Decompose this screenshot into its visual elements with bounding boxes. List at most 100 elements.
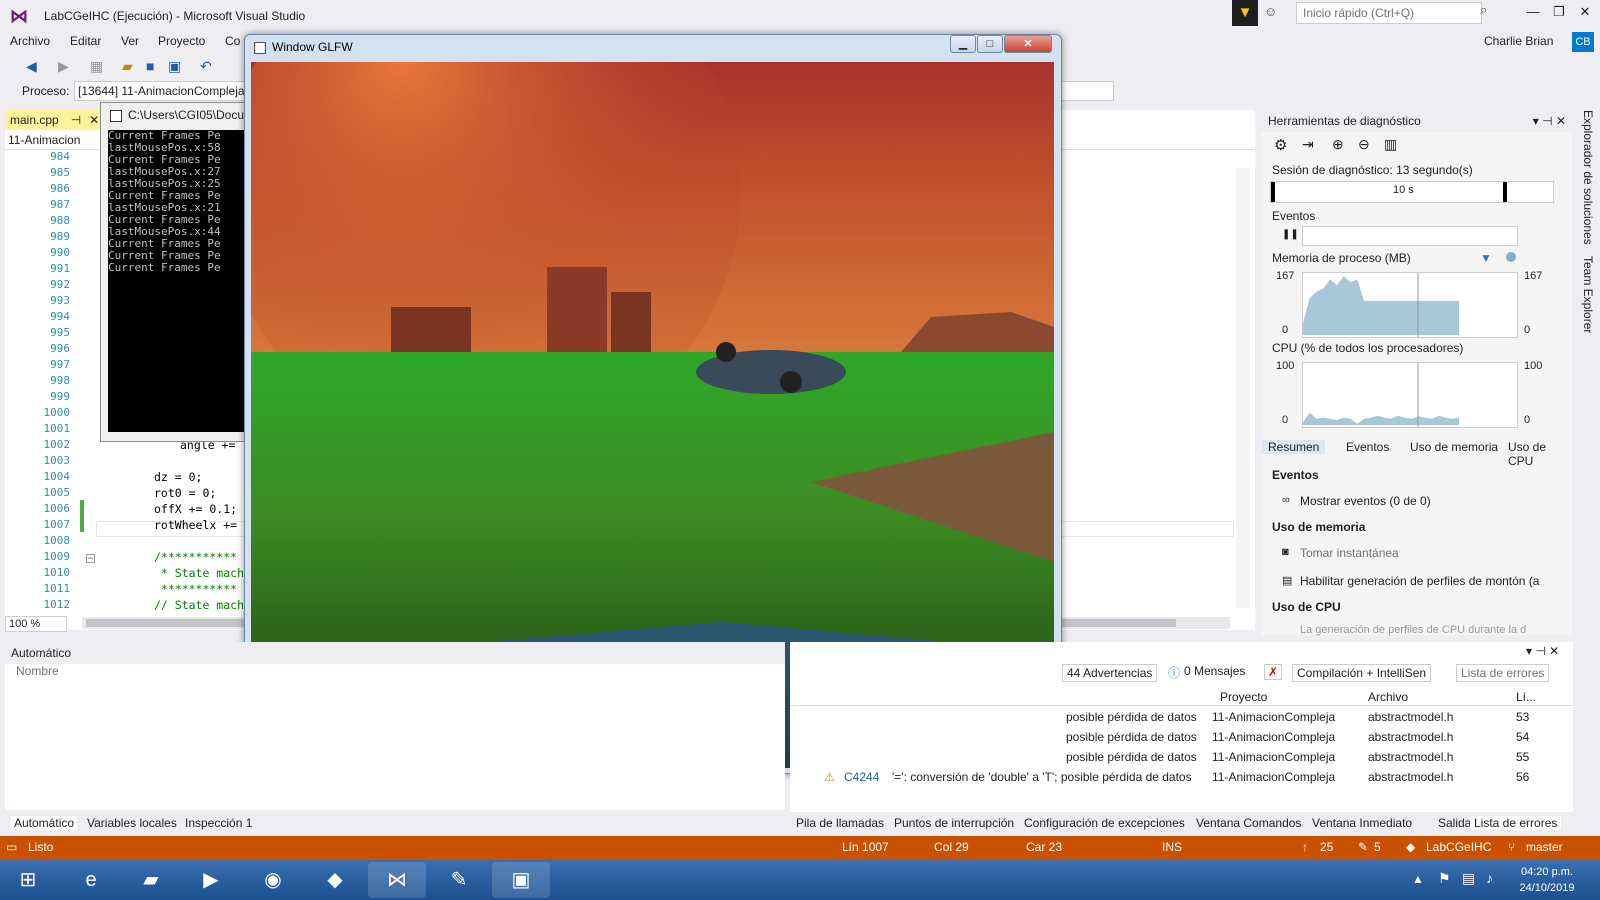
tab-breakpoints[interactable]: Puntos de interrupción <box>894 816 1014 830</box>
code-line[interactable]: rot0 = 0; <box>154 486 216 500</box>
code-line[interactable]: offX += 0.1; <box>154 502 237 516</box>
volume-icon[interactable]: ♪ <box>1486 870 1493 886</box>
glfw-minimize-icon[interactable]: ▁ <box>950 35 976 53</box>
error-panel-controls-icon[interactable]: ▾ ⊣ ✕ <box>1526 644 1559 658</box>
tab-output[interactable]: Salida <box>1438 816 1471 830</box>
warnings-filter[interactable]: 44 Advertencias <box>1062 664 1158 682</box>
tab-automatico[interactable]: Automático <box>11 816 78 830</box>
menu-proyecto[interactable]: Proyecto <box>158 34 205 48</box>
zoom-select[interactable]: 100 % <box>5 616 67 632</box>
code-line[interactable]: *********** <box>154 582 237 596</box>
push-count[interactable]: 25 <box>1320 840 1333 854</box>
repo-icon[interactable]: ◆ <box>1406 840 1415 854</box>
build-filter-select[interactable]: Compilación + IntelliSen <box>1292 664 1432 682</box>
menu-ver[interactable]: Ver <box>121 34 139 48</box>
branch-name[interactable]: master <box>1526 840 1563 854</box>
media-icon[interactable]: ▶ <box>182 862 240 898</box>
back-icon[interactable]: ◀ <box>26 58 37 75</box>
pin-icon[interactable]: ⊣ <box>71 113 81 127</box>
cpu-section-label[interactable]: CPU (% de todos los procesadores) <box>1272 341 1463 355</box>
branch-icon[interactable]: ⑂ <box>1508 840 1515 854</box>
tab-exception-settings[interactable]: Configuración de excepciones <box>1024 816 1185 830</box>
edit-count[interactable]: 5 <box>1374 840 1381 854</box>
clock[interactable]: 04:20 p.m. 24/10/2019 <box>1516 864 1578 896</box>
glfw-maximize-icon[interactable]: □ <box>977 35 1003 53</box>
forward-icon[interactable]: ▶ <box>58 58 69 75</box>
tab-immediate-window[interactable]: Ventana Inmediato <box>1312 816 1412 830</box>
team-explorer-tab[interactable]: Team Explorer <box>1581 256 1595 333</box>
tab-variables-locales[interactable]: Variables locales <box>87 816 177 830</box>
pencil-icon[interactable]: ✎ <box>1358 840 1368 854</box>
tab-resumen[interactable]: Resumen <box>1262 440 1326 454</box>
tab-inspeccion[interactable]: Inspección 1 <box>185 816 252 830</box>
line-column-header[interactable]: Lí... <box>1516 690 1536 704</box>
menu-editar[interactable]: Editar <box>70 34 101 48</box>
memory-section-label[interactable]: Memoria de proceso (MB) <box>1272 251 1411 265</box>
restore-icon[interactable]: ❐ <box>1546 4 1572 24</box>
save-icon[interactable]: ■ <box>146 58 154 74</box>
user-name[interactable]: Charlie Brian <box>1484 34 1553 48</box>
take-snapshot-button[interactable]: Tomar instantánea <box>1300 546 1399 560</box>
save-all-icon[interactable]: ▣ <box>168 58 181 75</box>
heap-profiling-toggle[interactable]: Habilitar generación de perfiles de mont… <box>1300 574 1539 588</box>
avatar[interactable]: CB <box>1572 32 1594 52</box>
code-line[interactable]: // State mach <box>154 598 244 612</box>
tray-arrow-icon[interactable]: ▲ <box>1412 872 1424 886</box>
messages-filter[interactable]: 0 Mensajes <box>1184 664 1245 678</box>
undo-icon[interactable]: ↶ <box>200 58 212 75</box>
error-search-input[interactable]: Lista de errores <box>1456 664 1550 682</box>
close-icon[interactable]: ✕ <box>1572 4 1598 24</box>
tab-eventos[interactable]: Eventos <box>1346 440 1389 454</box>
zoom-in-icon[interactable]: ⊕ <box>1332 136 1344 153</box>
app-icon[interactable]: ▣ <box>492 862 550 898</box>
repo-name[interactable]: LabCGeIHC <box>1426 840 1491 854</box>
ie-icon[interactable]: e <box>62 862 120 898</box>
open-folder-icon[interactable]: ▰ <box>122 58 133 75</box>
tab-uso-memoria[interactable]: Uso de memoria <box>1410 440 1498 454</box>
clear-filter-icon[interactable]: ✗ <box>1264 664 1283 680</box>
notification-filter-icon[interactable]: ▼ <box>1232 0 1258 26</box>
code-line[interactable]: rotWheelx += <box>154 518 237 532</box>
feedback-icon[interactable]: ☺ <box>1264 4 1284 24</box>
glfw-close-icon[interactable]: ✕ <box>1004 35 1052 53</box>
tab-error-list[interactable]: Lista de errores <box>1470 816 1562 830</box>
export-icon[interactable]: ⇥ <box>1302 136 1314 153</box>
tab-call-stack[interactable]: Pila de llamadas <box>796 816 884 830</box>
code-line[interactable]: /*********** <box>154 550 237 564</box>
start-icon[interactable]: ⊞ <box>4 862 52 898</box>
chart-icon[interactable]: ▥ <box>1384 136 1397 153</box>
flag-icon[interactable]: ⚑ <box>1438 870 1451 887</box>
menu-archivo[interactable]: Archivo <box>10 34 50 48</box>
push-icon[interactable]: ↑ <box>1302 840 1308 854</box>
solution-explorer-tab[interactable]: Explorador de soluciones <box>1581 110 1595 245</box>
zoom-out-icon[interactable]: ⊖ <box>1358 136 1370 153</box>
new-project-icon[interactable]: ▦ <box>90 58 103 75</box>
network-icon[interactable]: ▤ <box>1462 870 1475 887</box>
name-column-header[interactable]: Nombre <box>16 664 59 678</box>
quick-launch-input[interactable]: Inicio rápido (Ctrl+Q) <box>1296 2 1482 24</box>
menu-co[interactable]: Co <box>225 34 240 48</box>
pause-icon[interactable]: ❚❚ <box>1282 229 1299 240</box>
events-section-label[interactable]: Eventos <box>1272 209 1315 223</box>
project-selector[interactable]: 11-Animacion <box>8 133 80 147</box>
gear-icon[interactable]: ⚙ <box>1274 136 1287 154</box>
search-icon[interactable]: ⌕ <box>1480 2 1487 18</box>
collapse-icon[interactable]: − <box>86 554 95 563</box>
tab-uso-cpu[interactable]: Uso de CPU <box>1508 440 1572 468</box>
chrome-icon[interactable]: ◉ <box>244 862 302 898</box>
show-events-link[interactable]: Mostrar eventos (0 de 0) <box>1300 494 1431 508</box>
tab-command-window[interactable]: Ventana Comandos <box>1196 816 1301 830</box>
paint-icon[interactable]: ✎ <box>430 862 488 898</box>
close-panel-icon[interactable]: ▾ ⊣ ✕ <box>1533 114 1566 128</box>
timeline[interactable]: 10 s <box>1270 181 1554 203</box>
vertical-scrollbar[interactable] <box>1236 168 1250 608</box>
code-line[interactable]: dz = 0; <box>154 470 202 484</box>
git-icon[interactable]: ◆ <box>306 862 364 898</box>
close-tab-icon[interactable]: ✕ <box>89 113 99 127</box>
vs-icon[interactable]: ⋈ <box>368 862 426 898</box>
project-column-header[interactable]: Proyecto <box>1220 690 1267 704</box>
explorer-icon[interactable]: ▰ <box>122 862 180 898</box>
minimize-icon[interactable]: — <box>1520 4 1546 24</box>
code-line[interactable]: * State mach <box>154 566 244 580</box>
file-column-header[interactable]: Archivo <box>1368 690 1408 704</box>
